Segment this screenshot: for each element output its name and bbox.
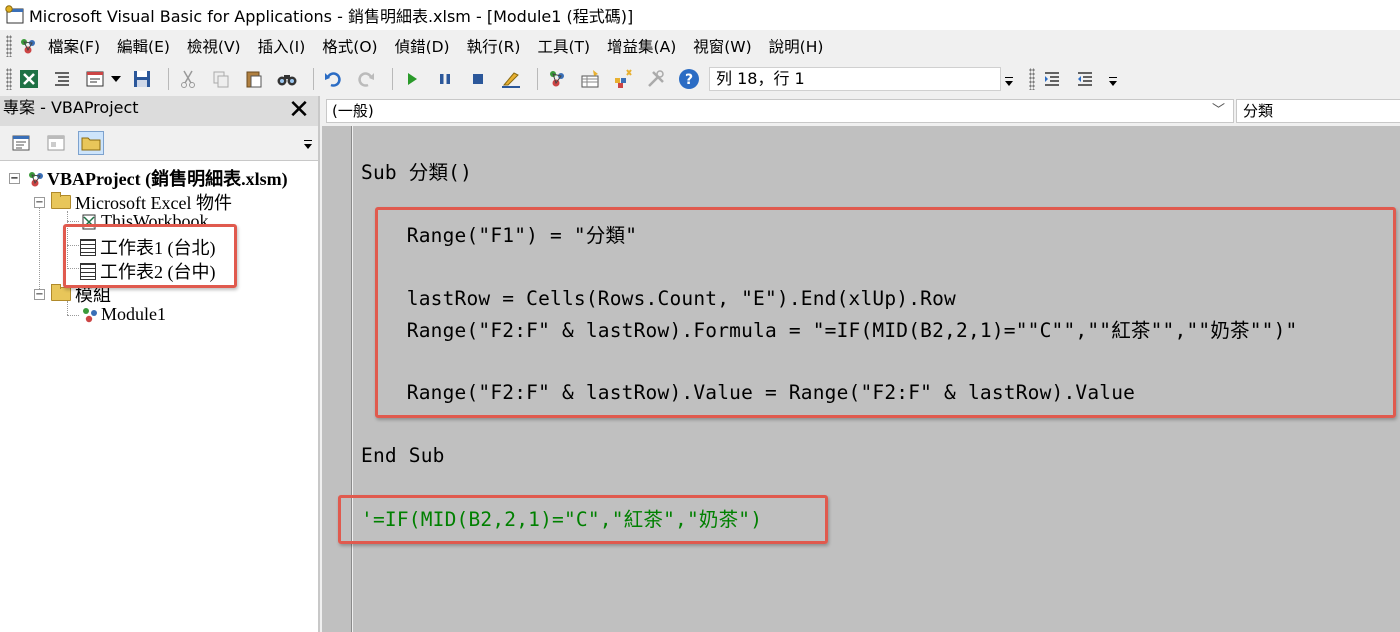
- project-tree: − VBAProject (銷售明細表.xlsm) − Microsoft Ex…: [0, 160, 318, 632]
- tree-connector: [67, 245, 79, 246]
- worksheet-icon: [80, 238, 96, 256]
- code-margin-indicator-bar[interactable]: [322, 126, 352, 632]
- edit-toolbar-grip[interactable]: [1029, 68, 1035, 90]
- collapse-icon[interactable]: −: [9, 172, 20, 184]
- toolbox-icon[interactable]: [643, 66, 669, 92]
- toolbar-separator: [168, 68, 169, 90]
- chevron-down-icon[interactable]: ﹀: [1212, 100, 1225, 122]
- redo-icon[interactable]: [353, 66, 379, 92]
- object-combo-value: (一般): [332, 102, 374, 120]
- view-code-button[interactable]: [8, 131, 34, 155]
- view-object-button[interactable]: [43, 131, 69, 155]
- undo-icon[interactable]: [320, 66, 346, 92]
- menu-tools[interactable]: 工具(T): [537, 35, 590, 57]
- insert-module-icon[interactable]: [82, 66, 108, 92]
- vba-menu-icon[interactable]: [16, 34, 40, 58]
- project-explorer-icon[interactable]: [544, 66, 570, 92]
- tree-node-label: 工作表1 (台北): [100, 238, 216, 258]
- tree-node-thisworkbook[interactable]: ThisWorkbook: [80, 211, 209, 232]
- toolbar-separator: [313, 68, 314, 90]
- tree-node-sheet1[interactable]: 工作表1 (台北): [80, 234, 216, 260]
- edit-toolbar-overflow-icon[interactable]: [1107, 67, 1119, 91]
- window-title: Microsoft Visual Basic for Applications …: [29, 7, 634, 26]
- standard-toolbar: ? 列 18，行 1: [0, 62, 1400, 96]
- menu-view[interactable]: 檢視(V): [187, 35, 241, 57]
- design-mode-icon[interactable]: [498, 66, 524, 92]
- module-icon: [80, 306, 98, 324]
- toolbar-overflow-icon[interactable]: [1003, 67, 1015, 91]
- collapse-icon[interactable]: −: [34, 196, 45, 208]
- menu-addins[interactable]: 增益集(A): [607, 35, 676, 57]
- svg-text:?: ?: [685, 72, 693, 88]
- tree-node-label: Module1: [101, 304, 166, 324]
- folder-open-icon: [51, 192, 71, 209]
- folder-open-icon: [51, 284, 71, 301]
- title-bar: Microsoft Visual Basic for Applications …: [0, 0, 1400, 30]
- code-editor[interactable]: Sub 分類() Range("F1") = "分類" lastRow = Ce…: [353, 126, 1400, 632]
- help-icon[interactable]: ?: [676, 66, 702, 92]
- excel-view-icon[interactable]: [16, 66, 42, 92]
- project-explorer: 專案 - VBAProject ✕ − VBAProject (銷售明細表.xl…: [0, 96, 320, 632]
- toolbar-separator: [392, 68, 393, 90]
- close-icon[interactable]: ✕: [286, 96, 312, 124]
- code-line[interactable]: Range("F1") = "分類": [359, 224, 637, 248]
- cut-icon[interactable]: [175, 66, 201, 92]
- menu-bar: 檔案(F) 編輯(E) 檢視(V) 插入(I) 格式(O) 偵錯(D) 執行(R…: [0, 30, 1400, 62]
- toolbar-grip[interactable]: [6, 68, 12, 90]
- tree-connector: [67, 211, 68, 269]
- menu-insert[interactable]: 插入(I): [258, 35, 306, 57]
- project-explorer-toolbar: [0, 126, 318, 160]
- menu-debug[interactable]: 偵錯(D): [395, 35, 450, 57]
- break-icon[interactable]: [432, 66, 458, 92]
- reset-icon[interactable]: [465, 66, 491, 92]
- find-icon[interactable]: [274, 66, 300, 92]
- code-line[interactable]: Range("F2:F" & lastRow).Formula = "=IF(M…: [359, 319, 1298, 343]
- paste-icon[interactable]: [241, 66, 267, 92]
- code-line[interactable]: lastRow = Cells(Rows.Count, "E").End(xlU…: [359, 287, 956, 311]
- save-icon[interactable]: [129, 66, 155, 92]
- insert-userform-icon[interactable]: [49, 66, 75, 92]
- properties-window-icon[interactable]: [577, 66, 603, 92]
- menu-run[interactable]: 執行(R): [467, 35, 521, 57]
- vba-app-icon[interactable]: [3, 4, 25, 26]
- tree-connector: [67, 315, 79, 316]
- vbaproject-icon: [26, 169, 44, 187]
- procedure-combo[interactable]: 分類: [1236, 99, 1400, 123]
- code-line[interactable]: End Sub: [361, 444, 445, 468]
- tree-node-vbaproject[interactable]: − VBAProject (銷售明細表.xlsm): [9, 165, 288, 191]
- menu-grip[interactable]: [6, 35, 12, 57]
- tree-node-label: 工作表2 (台中): [100, 262, 216, 282]
- toolbar-separator: [537, 68, 538, 90]
- tree-node-module1[interactable]: Module1: [80, 304, 166, 325]
- outdent-icon[interactable]: [1072, 66, 1098, 92]
- menu-format[interactable]: 格式(O): [322, 35, 377, 57]
- chevron-down-icon[interactable]: [110, 66, 122, 92]
- menu-window[interactable]: 視窗(W): [693, 35, 751, 57]
- menu-help[interactable]: 說明(H): [769, 35, 824, 57]
- tree-node-label: ThisWorkbook: [101, 211, 209, 231]
- worksheet-icon: [80, 262, 96, 280]
- tree-connector: [67, 268, 79, 269]
- copy-icon[interactable]: [208, 66, 234, 92]
- project-explorer-title: 專案 - VBAProject: [0, 96, 318, 126]
- menu-edit[interactable]: 編輯(E): [117, 35, 170, 57]
- object-browser-icon[interactable]: [610, 66, 636, 92]
- toggle-folders-button[interactable]: [78, 131, 104, 155]
- tree-node-label: VBAProject (銷售明細表.xlsm): [47, 169, 288, 189]
- code-comment-line[interactable]: '=IF(MID(B2,2,1)="C","紅茶","奶茶"): [361, 508, 762, 532]
- project-toolbar-overflow-icon[interactable]: [302, 130, 314, 154]
- code-line[interactable]: Range("F2:F" & lastRow).Value = Range("F…: [359, 381, 1135, 405]
- object-combo[interactable]: (一般) ﹀: [326, 99, 1234, 123]
- code-line[interactable]: Sub 分類(): [361, 161, 472, 185]
- cursor-position-box: 列 18，行 1: [709, 67, 1001, 91]
- collapse-icon[interactable]: −: [34, 288, 45, 300]
- procedure-combo-value: 分類: [1243, 102, 1274, 120]
- workbook-icon: [80, 213, 98, 231]
- indent-icon[interactable]: [1039, 66, 1065, 92]
- code-window-header: (一般) ﹀ 分類: [322, 96, 1400, 126]
- run-icon[interactable]: [399, 66, 425, 92]
- menu-file[interactable]: 檔案(F): [48, 35, 100, 57]
- tree-connector: [67, 221, 79, 222]
